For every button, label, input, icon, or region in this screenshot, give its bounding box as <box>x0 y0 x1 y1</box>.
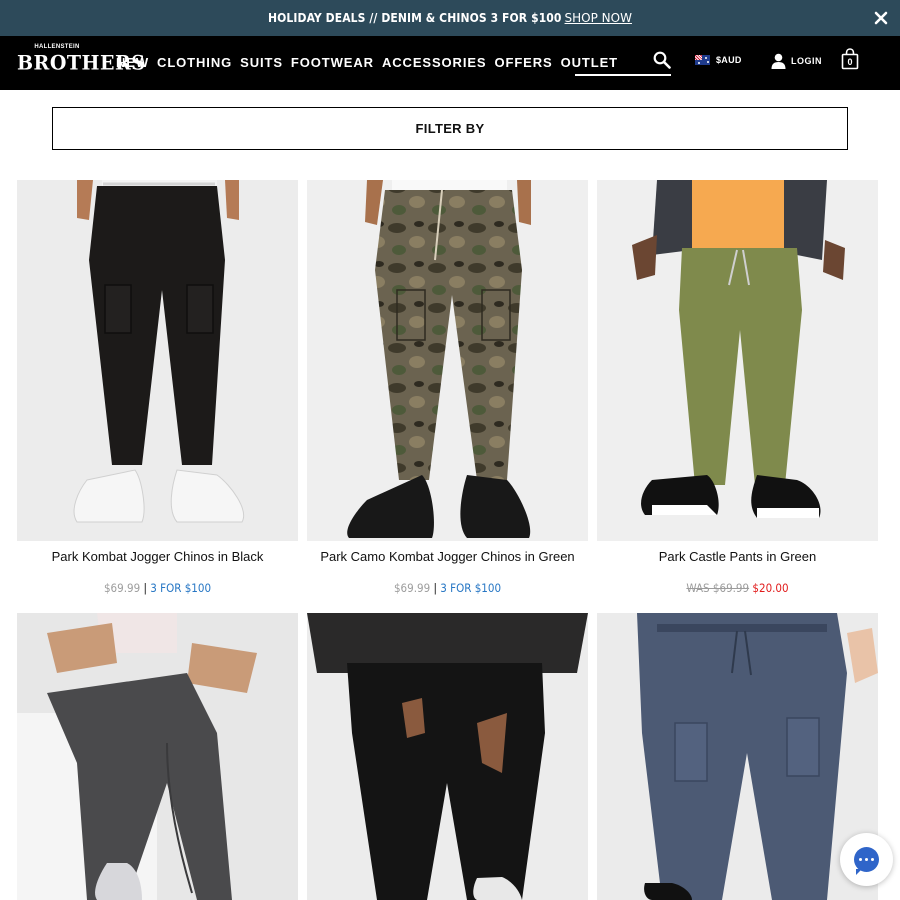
product-price: WAS $69.99 $20.00 <box>597 581 878 595</box>
product-image[interactable] <box>597 180 878 541</box>
nav-item-suits[interactable]: SUITS <box>240 55 283 70</box>
brand-logo[interactable]: HALLENSTEIN BROTHERS <box>17 44 146 80</box>
product-image[interactable] <box>17 180 298 541</box>
nav-item-offers[interactable]: OFFERS <box>494 55 552 70</box>
product-image[interactable] <box>597 613 878 900</box>
login-link[interactable]: LOGIN <box>771 53 822 69</box>
price-original: $69.99 <box>103 581 141 595</box>
login-label: LOGIN <box>791 56 822 66</box>
main-nav: NEW CLOTHING SUITS FOOTWEAR ACCESSORIES … <box>116 55 626 70</box>
promo-bar: HOLIDAY DEALS // DENIM & CHINOS 3 FOR $1… <box>0 0 900 36</box>
price-sale: $20.00 <box>752 581 789 595</box>
price-was: WAS $69.99 <box>686 581 750 595</box>
user-icon <box>771 53 786 69</box>
price-deal: 3 FOR $100 <box>440 581 502 595</box>
product-price: $69.99 | 3 FOR $100 <box>307 581 588 595</box>
price-separator: | <box>433 581 437 595</box>
shop-now-link[interactable]: SHOP NOW <box>565 11 632 25</box>
nav-item-new[interactable]: NEW <box>116 55 149 70</box>
product-name[interactable]: Park Kombat Jogger Chinos in Black <box>17 549 298 564</box>
chat-button[interactable] <box>840 833 893 886</box>
price-deal: 3 FOR $100 <box>150 581 212 595</box>
nav-item-footwear[interactable]: FOOTWEAR <box>291 55 374 70</box>
filter-by-button[interactable]: FILTER BY <box>52 107 848 150</box>
product-price: $69.99 | 3 FOR $100 <box>17 581 298 595</box>
product-image[interactable] <box>307 180 588 541</box>
australia-flag-icon <box>695 55 710 65</box>
product-name[interactable]: Park Camo Kombat Jogger Chinos in Green <box>307 549 588 564</box>
search-input[interactable] <box>575 46 647 74</box>
chat-icon <box>854 847 879 875</box>
currency-label: $AUD <box>716 55 742 65</box>
product-name[interactable]: Park Castle Pants in Green <box>597 549 878 564</box>
product-image[interactable] <box>17 613 298 900</box>
cart-count: 0 <box>847 57 853 67</box>
logo-main-text: BROTHERS <box>17 51 146 75</box>
promo-text: HOLIDAY DEALS // DENIM & CHINOS 3 FOR $1… <box>268 11 562 25</box>
nav-item-clothing[interactable]: CLOTHING <box>157 55 232 70</box>
search-icon[interactable] <box>653 51 671 69</box>
price-original: $69.99 <box>393 581 431 595</box>
search-box <box>575 46 671 76</box>
price-separator: | <box>143 581 147 595</box>
product-image[interactable] <box>307 613 588 900</box>
currency-selector[interactable]: $AUD <box>695 55 742 65</box>
close-icon[interactable] <box>874 11 888 25</box>
cart-button[interactable]: 0 <box>841 48 859 70</box>
logo-top-text: HALLENSTEIN <box>34 44 80 50</box>
nav-item-accessories[interactable]: ACCESSORIES <box>382 55 487 70</box>
site-header: HALLENSTEIN BROTHERS NEW CLOTHING SUITS … <box>0 36 900 90</box>
